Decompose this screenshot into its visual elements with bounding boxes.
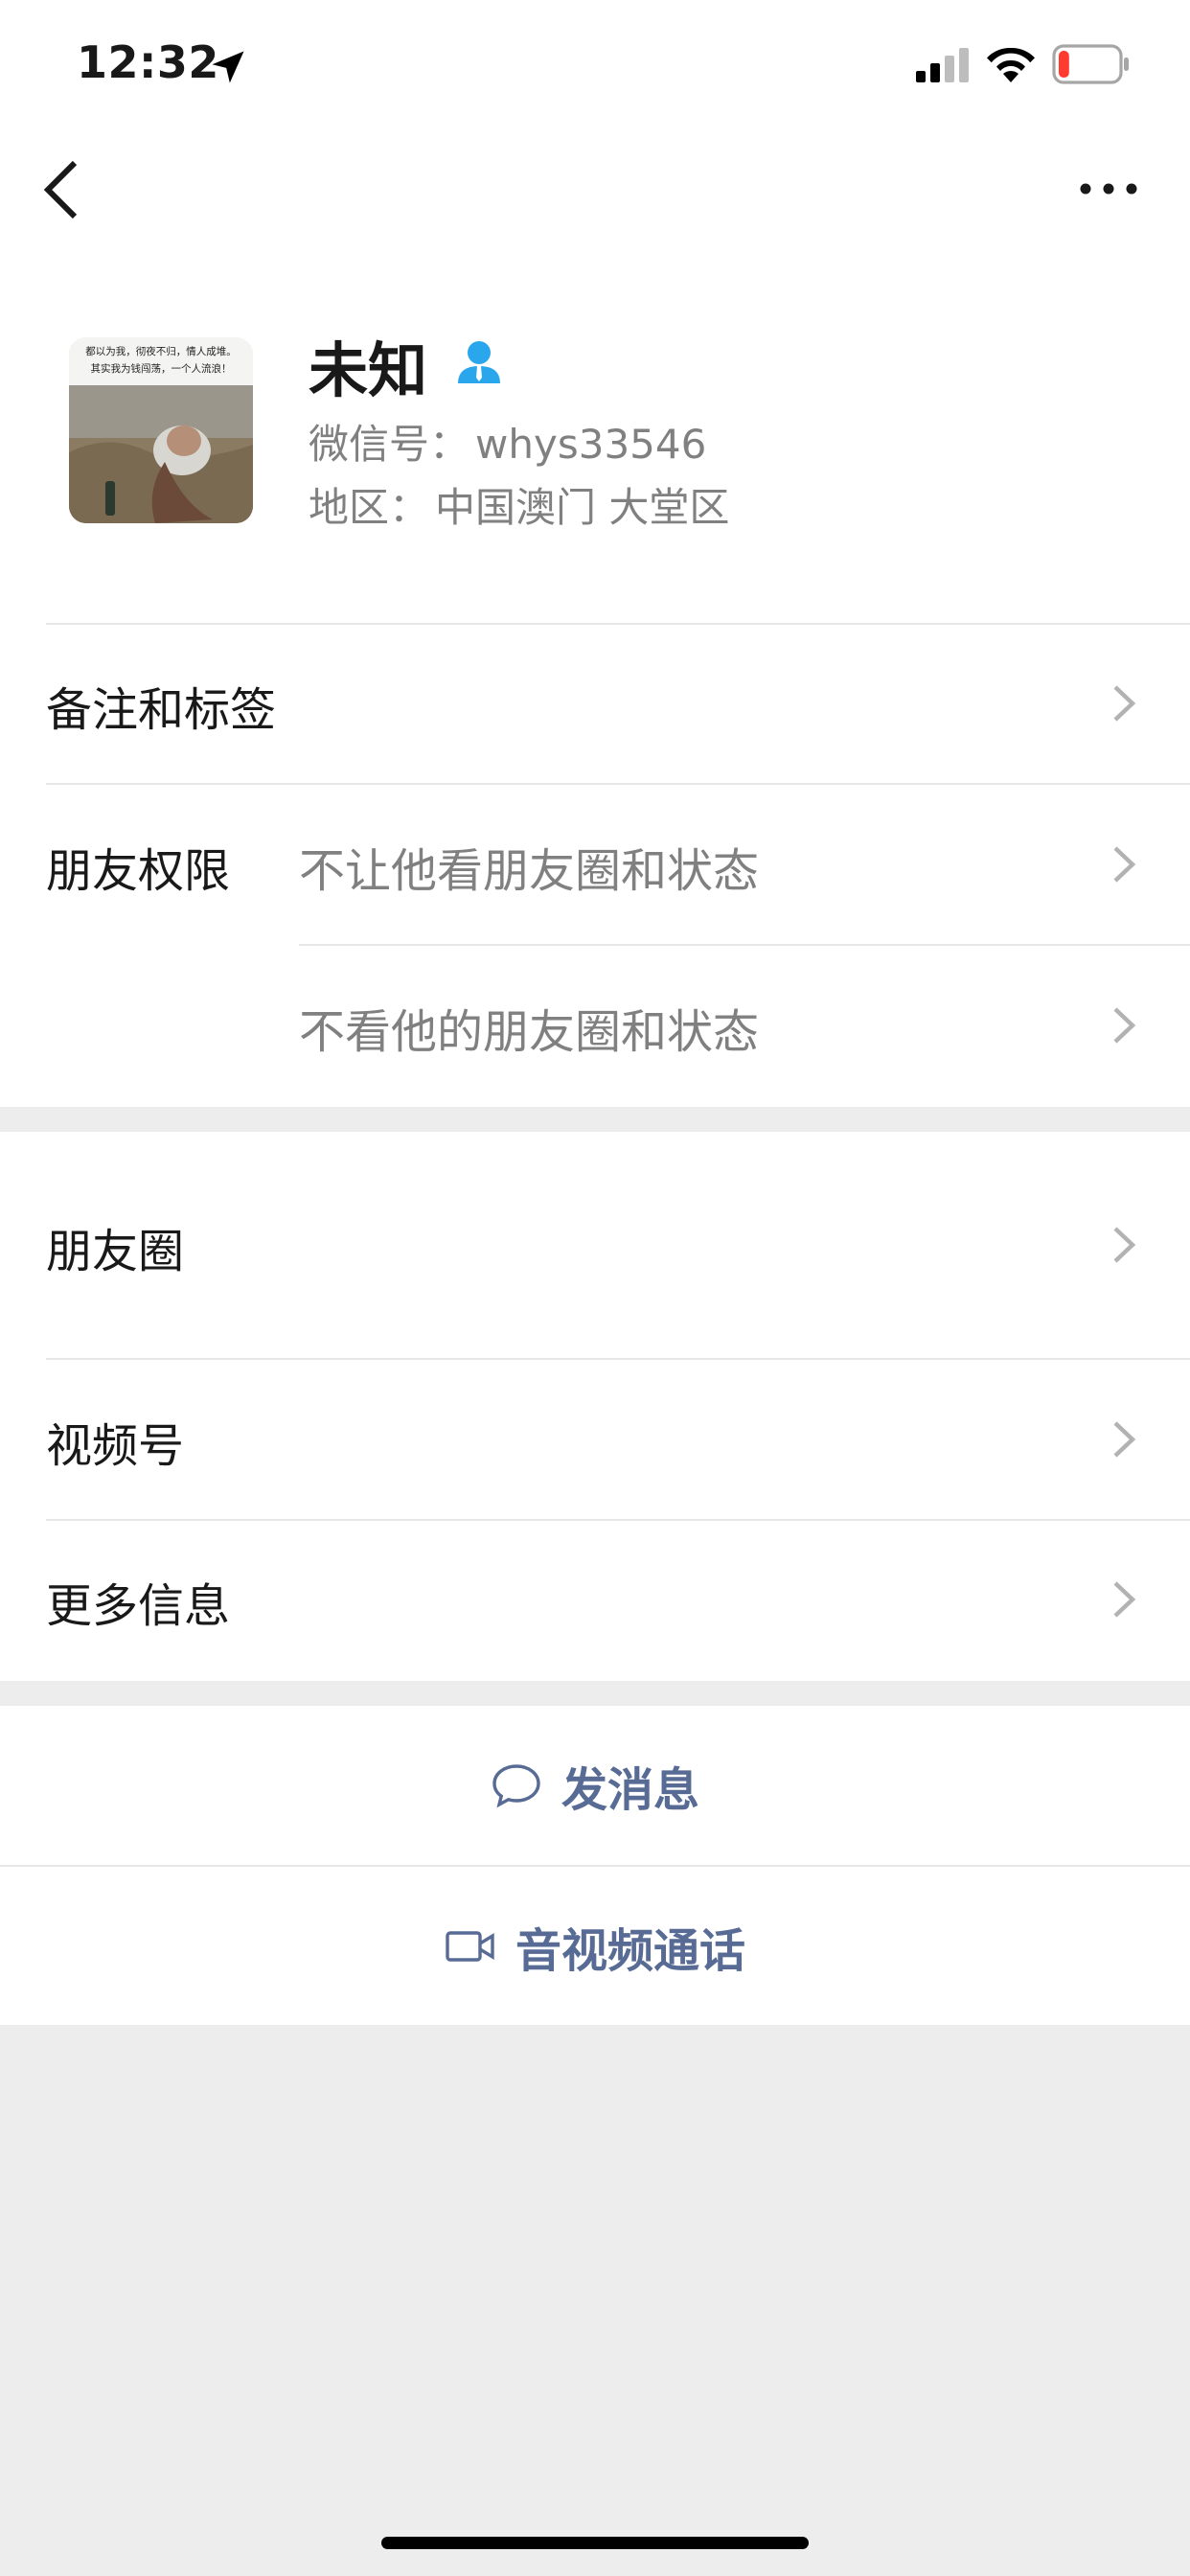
chevron-right-icon: [1113, 1581, 1136, 1618]
signal-icon: [916, 48, 969, 82]
person-icon: [458, 341, 500, 383]
avatar-caption-2: 其实我为钱闯荡，一个人流浪！: [91, 362, 232, 375]
wechat-id-value: whys33546: [475, 421, 707, 468]
row-more-info[interactable]: 更多信息: [46, 1568, 230, 1635]
perm-option-mute-moments[interactable]: 不看他的朋友圈和状态: [299, 994, 759, 1061]
wechat-id: 微信号： whys33546: [309, 412, 706, 471]
chevron-right-icon: [1113, 1007, 1136, 1044]
av-call-button[interactable]: 音视频通话: [0, 1867, 1190, 2025]
row-moments[interactable]: 朋友圈: [46, 1213, 184, 1280]
chat-bubble-icon: [492, 1764, 540, 1808]
wechat-id-label: 微信号：: [309, 421, 470, 468]
divider: [46, 783, 1190, 785]
region-label: 地区：: [309, 484, 430, 531]
avatar[interactable]: 都以为我，彻夜不归，情人成堆。 其实我为钱闯荡，一个人流浪！: [69, 337, 253, 523]
divider: [46, 1358, 1190, 1360]
send-message-button[interactable]: 发消息: [0, 1706, 1190, 1865]
chevron-right-icon: [1113, 1227, 1136, 1263]
chevron-right-icon: [1113, 1421, 1136, 1458]
divider: [299, 944, 1190, 946]
location-arrow-icon: [212, 51, 244, 83]
home-indicator[interactable]: [381, 2537, 809, 2549]
avatar-image: 都以为我，彻夜不归，情人成堆。 其实我为钱闯荡，一个人流浪！: [69, 337, 253, 523]
chevron-right-icon: [1113, 846, 1136, 883]
av-call-label: 音视频通话: [515, 1923, 745, 1978]
row-friend-permissions: 朋友权限: [46, 844, 231, 898]
back-chevron-icon[interactable]: [42, 159, 80, 220]
divider: [46, 1519, 1190, 1521]
wifi-icon: [987, 47, 1035, 82]
status-time: 12:32: [77, 36, 219, 88]
video-camera-icon: [446, 1930, 494, 1962]
region: 地区： 中国澳门 大堂区: [309, 475, 729, 534]
chevron-right-icon: [1113, 685, 1136, 722]
battery-icon: [1052, 44, 1129, 84]
row-remarks-tags[interactable]: 备注和标签: [46, 672, 276, 739]
profile-card: [0, 0, 1190, 1107]
perm-option-hide-moments[interactable]: 不让他看朋友圈和状态: [299, 833, 759, 900]
send-message-label: 发消息: [561, 1763, 699, 1817]
avatar-caption-1: 都以为我，彻夜不归，情人成堆。: [85, 345, 237, 357]
row-channels[interactable]: 视频号: [46, 1408, 184, 1475]
more-dots-icon[interactable]: [1079, 178, 1138, 199]
divider: [46, 623, 1190, 625]
region-value: 中国澳门 大堂区: [435, 484, 730, 531]
contact-name: 未知: [309, 335, 428, 405]
